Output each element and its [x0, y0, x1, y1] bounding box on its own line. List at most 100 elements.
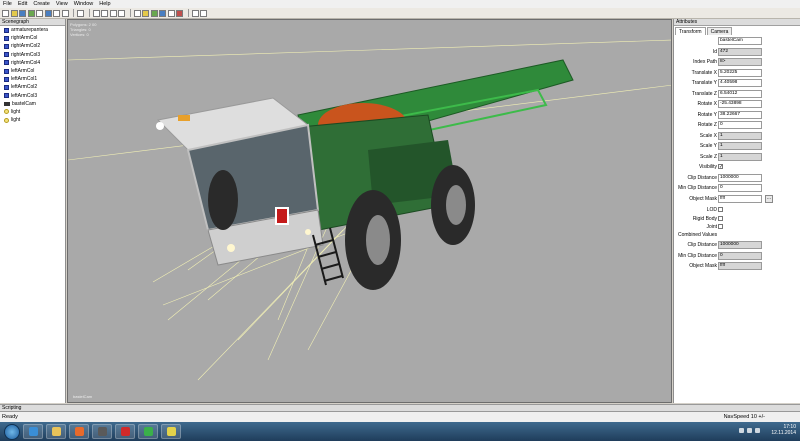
tree-item[interactable]: leftArmCol: [0, 67, 65, 75]
taskbar-explorer-icon[interactable]: [23, 424, 43, 439]
object-icon[interactable]: [142, 9, 149, 17]
attr-label: Min Clip Distance: [678, 185, 717, 191]
terrain-icon[interactable]: [150, 9, 158, 17]
transform-node-icon: [4, 43, 9, 49]
tree-item[interactable]: rightArmCol4: [0, 59, 65, 67]
new-file-icon[interactable]: [2, 9, 9, 17]
paste-icon[interactable]: [61, 9, 69, 17]
settings-icon[interactable]: [191, 9, 199, 17]
min-clip-distance-input[interactable]: 0: [718, 184, 762, 192]
refresh-icon[interactable]: [27, 9, 35, 17]
light-icon[interactable]: [176, 9, 183, 17]
attr-label: Translate Z: [691, 90, 717, 97]
tree-item[interactable]: leftArmCol3: [0, 92, 65, 100]
import-icon[interactable]: [36, 9, 43, 17]
clock[interactable]: 17:10 12.11.2014: [771, 424, 796, 436]
taskbar-app-icon[interactable]: [92, 424, 112, 439]
attr-row-translate-y: Translate Y 4.40598: [674, 79, 800, 88]
toolbar-separator: [88, 9, 90, 17]
combined-clip-distance-field: 1000000: [718, 241, 762, 249]
attr-label: Clip Distance: [687, 242, 717, 248]
translate-x-input[interactable]: 5.20225: [718, 68, 762, 77]
tree-item-label: leftArmCol3: [11, 92, 38, 99]
transform-node-icon: [4, 52, 9, 58]
menu-file[interactable]: File: [3, 1, 12, 7]
attr-label: Scale X: [699, 132, 717, 139]
status-bar: Ready NavSpeed 10 +/-: [0, 412, 800, 422]
id-field: 472: [718, 47, 762, 56]
tree-item[interactable]: light: [0, 108, 65, 116]
translate-y-input[interactable]: 4.40598: [718, 79, 762, 87]
scenegraph-tree: armaturepantera rightArmCol rightArmCol2…: [0, 26, 65, 124]
tree-item-label: light: [11, 117, 21, 124]
tree-item[interactable]: light: [0, 116, 65, 124]
tab-camera[interactable]: Camera: [706, 27, 733, 35]
name-input[interactable]: bastelCam: [718, 37, 762, 45]
tray-flag-icon[interactable]: [755, 428, 760, 433]
attr-row-rotate-x: Rotate X -25.43898: [674, 100, 800, 109]
play-icon[interactable]: [77, 9, 84, 17]
tree-item[interactable]: armaturepantera: [0, 26, 65, 34]
toolbar-separator: [129, 9, 131, 17]
object-mask-input[interactable]: ffff: [718, 194, 762, 203]
scripting-panel-header[interactable]: Scripting: [0, 404, 800, 412]
tab-transform[interactable]: Transform: [675, 27, 706, 35]
scale-z-input[interactable]: 1: [718, 152, 762, 161]
tree-item[interactable]: leftArmCol1: [0, 75, 65, 83]
export-icon[interactable]: [44, 9, 52, 17]
menu-window[interactable]: Window: [74, 1, 94, 7]
attr-row-joint: Joint: [674, 223, 800, 232]
attr-row-id: Id 472: [674, 47, 800, 57]
rotate-y-input[interactable]: 38.22667: [718, 110, 762, 119]
redo-icon[interactable]: [101, 9, 108, 17]
gear-icon[interactable]: [200, 9, 207, 17]
attr-label: Rotate X: [697, 101, 717, 107]
combined-object-mask-field: ffff: [718, 262, 762, 270]
menu-create[interactable]: Create: [33, 1, 50, 7]
transform-node-icon: [4, 35, 9, 41]
translate-z-input[interactable]: 6.54012: [718, 89, 762, 98]
object-mask-button[interactable]: ...: [765, 194, 773, 203]
undo-icon[interactable]: [92, 9, 100, 17]
taskbar-editor-icon[interactable]: [161, 424, 181, 439]
copy-icon[interactable]: [53, 9, 60, 17]
menu-edit[interactable]: Edit: [18, 1, 27, 7]
zoom-icon[interactable]: [109, 9, 117, 17]
tray-volume-icon[interactable]: [747, 428, 752, 433]
clip-distance-input[interactable]: 1000000: [718, 173, 762, 182]
visibility-checkbox[interactable]: ✓: [718, 164, 723, 170]
tree-item[interactable]: leftArmCol2: [0, 83, 65, 91]
taskbar-red-app-icon[interactable]: [115, 424, 135, 439]
zoom-out-icon[interactable]: [118, 9, 125, 17]
toolbar-separator: [73, 9, 74, 17]
lod-checkbox[interactable]: [718, 207, 723, 212]
menu-help[interactable]: Help: [99, 1, 110, 7]
menu-view[interactable]: View: [56, 1, 68, 7]
taskbar-folder-icon[interactable]: [46, 424, 66, 439]
taskbar-green-app-icon[interactable]: [138, 424, 158, 439]
select-icon[interactable]: [133, 9, 141, 17]
tree-item[interactable]: rightArmCol2: [0, 42, 65, 50]
attr-row-scale-x: Scale X1: [674, 131, 800, 141]
rigid-body-checkbox[interactable]: [718, 215, 723, 221]
start-button[interactable]: [4, 423, 20, 440]
camera-icon[interactable]: [167, 9, 175, 17]
material-icon[interactable]: [159, 9, 166, 17]
index-path-field: 8>: [718, 58, 762, 66]
tree-item[interactable]: bastelCam: [0, 100, 65, 108]
scale-y-input[interactable]: 1: [718, 142, 762, 150]
3d-viewport[interactable]: Polygons: 2 00 Triangles: 0 Vertices: 0: [67, 19, 672, 403]
tree-item[interactable]: rightArmCol3: [0, 51, 65, 59]
light-node-icon: [4, 117, 9, 123]
taskbar-media-icon[interactable]: [69, 424, 89, 439]
tree-item-label: armaturepantera: [11, 27, 48, 34]
scale-x-input[interactable]: 1: [718, 131, 762, 140]
save-icon[interactable]: [19, 9, 26, 17]
open-folder-icon[interactable]: [10, 9, 18, 17]
rotate-z-input[interactable]: 0: [718, 121, 762, 129]
tray-network-icon[interactable]: [739, 428, 744, 433]
rotate-x-input[interactable]: -25.43898: [718, 100, 762, 108]
tree-item[interactable]: rightArmCol: [0, 34, 65, 42]
joint-checkbox[interactable]: [718, 224, 723, 229]
clock-date: 12.11.2014: [771, 430, 796, 436]
